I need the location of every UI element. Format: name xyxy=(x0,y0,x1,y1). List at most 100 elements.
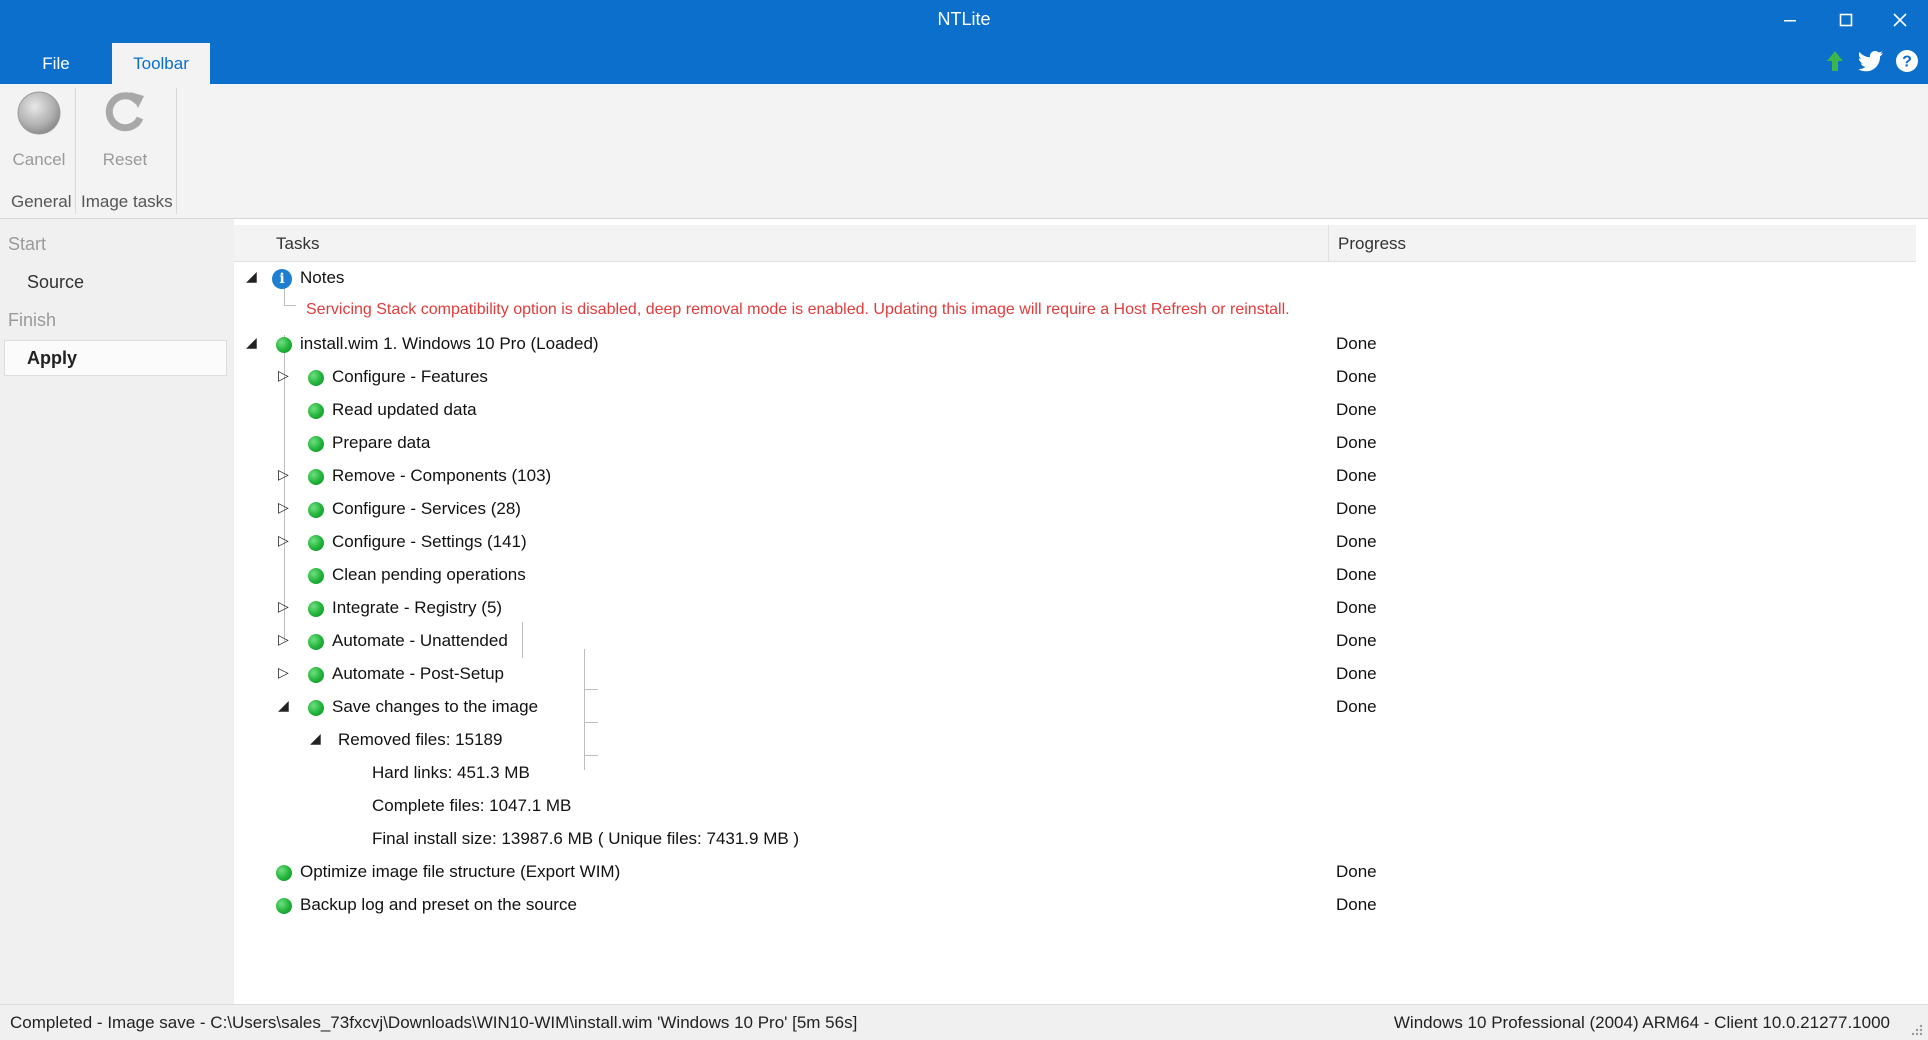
column-header-tasks[interactable]: Tasks xyxy=(276,234,319,254)
top-right-icons: ? xyxy=(1822,48,1920,74)
nav-item-apply[interactable]: Apply xyxy=(4,340,227,376)
tree-row-task[interactable]: ▷ Integrate - Registry (5) Done xyxy=(234,592,1916,625)
done-status-icon xyxy=(308,370,324,386)
maximize-button[interactable] xyxy=(1818,0,1874,40)
tree-row-detail[interactable]: Hard links: 451.3 MB xyxy=(234,757,1916,790)
progress-value: Done xyxy=(1336,466,1377,485)
detail-label: Hard links: 451.3 MB xyxy=(372,763,530,782)
tab-file[interactable]: File xyxy=(20,43,92,84)
tree-row-task[interactable]: Optimize image file structure (Export WI… xyxy=(234,856,1916,889)
help-icon[interactable]: ? xyxy=(1894,48,1920,74)
expand-icon[interactable]: ▷ xyxy=(278,499,289,516)
minimize-button[interactable] xyxy=(1762,0,1818,40)
tree-row-task[interactable]: Clean pending operations Done xyxy=(234,559,1916,592)
status-image-info: Windows 10 Professional (2004) ARM64 - C… xyxy=(1393,1013,1890,1032)
cancel-button[interactable]: Cancel xyxy=(4,90,74,172)
resize-grip-icon[interactable] xyxy=(1910,1023,1924,1037)
nav-item-source[interactable]: Source xyxy=(27,272,84,293)
done-status-icon xyxy=(308,535,324,551)
tree-row-notes[interactable]: ◢ i Notes xyxy=(234,262,1916,295)
removed-files-label: Removed files: 15189 xyxy=(338,730,503,749)
tree-row-task[interactable]: ▷ Configure - Settings (141) Done xyxy=(234,526,1916,559)
update-arrow-icon[interactable] xyxy=(1822,48,1848,74)
nav-header-finish[interactable]: Finish xyxy=(8,310,56,331)
minimize-icon xyxy=(1784,20,1796,22)
expand-icon[interactable]: ▷ xyxy=(278,598,289,615)
done-status-icon xyxy=(276,337,292,353)
tree-row-task[interactable]: ▷ Configure - Features Done xyxy=(234,361,1916,394)
reset-button[interactable]: Reset xyxy=(90,90,160,172)
tab-toolbar[interactable]: Toolbar xyxy=(112,43,210,84)
tree-row-removed-files[interactable]: ◢ Removed files: 15189 xyxy=(234,724,1916,757)
maximize-icon xyxy=(1839,13,1853,27)
tree-row-task[interactable]: ▷ Automate - Unattended Done xyxy=(234,625,1916,658)
progress-value: Done xyxy=(1336,895,1377,914)
progress-value: Done xyxy=(1336,400,1377,419)
task-label: Remove - Components (103) xyxy=(332,466,552,485)
task-label: Configure - Features xyxy=(332,367,488,386)
progress-value: Done xyxy=(1336,664,1377,683)
twitter-icon[interactable] xyxy=(1858,48,1884,74)
title-bar: NTLite xyxy=(0,0,1928,40)
progress-value: Done xyxy=(1336,433,1377,452)
left-navigation: Start Source Finish Apply xyxy=(0,219,235,1004)
tree-row-task[interactable]: ▷ Automate - Post-Setup Done xyxy=(234,658,1916,691)
tree-row-notes-warning[interactable]: Servicing Stack compatibility option is … xyxy=(234,295,1916,328)
task-label: Save changes to the image xyxy=(332,697,539,716)
tree-row-image[interactable]: ◢ install.wim 1. Windows 10 Pro (Loaded)… xyxy=(234,328,1916,361)
done-status-icon xyxy=(308,469,324,485)
close-button[interactable] xyxy=(1872,0,1928,40)
tree-row-detail[interactable]: Complete files: 1047.1 MB xyxy=(234,790,1916,823)
done-status-icon xyxy=(308,502,324,518)
status-text: Completed - Image save - C:\Users\sales_… xyxy=(10,1013,858,1032)
collapse-icon[interactable]: ◢ xyxy=(310,730,321,747)
cancel-label: Cancel xyxy=(12,150,66,169)
progress-value: Done xyxy=(1336,499,1377,518)
done-status-icon xyxy=(308,403,324,419)
tree-row-task[interactable]: ◢ Save changes to the image Done xyxy=(234,691,1916,724)
image-label: install.wim 1. Windows 10 Pro (Loaded) xyxy=(300,334,599,353)
task-label: Automate - Post-Setup xyxy=(332,664,504,683)
expand-icon[interactable]: ▷ xyxy=(278,631,289,648)
tree-row-task[interactable]: ▷ Remove - Components (103) Done xyxy=(234,460,1916,493)
done-status-icon xyxy=(276,865,292,881)
task-label: Automate - Unattended xyxy=(332,631,508,650)
status-bar: Completed - Image save - C:\Users\sales_… xyxy=(0,1004,1928,1040)
collapse-icon[interactable]: ◢ xyxy=(246,334,257,351)
tree-row-task[interactable]: ▷ Configure - Services (28) Done xyxy=(234,493,1916,526)
tree-row-task[interactable]: Read updated data Done xyxy=(234,394,1916,427)
done-status-icon xyxy=(308,700,324,716)
tree-row-task[interactable]: Prepare data Done xyxy=(234,427,1916,460)
window-title: NTLite xyxy=(937,9,991,29)
nav-header-start[interactable]: Start xyxy=(8,234,46,255)
task-label: Read updated data xyxy=(332,400,477,419)
ribbon-tab-bar: File Toolbar ? xyxy=(0,40,1928,84)
progress-value: Done xyxy=(1336,532,1377,551)
column-header-progress[interactable]: Progress xyxy=(1338,234,1406,254)
reset-label: Reset xyxy=(102,150,148,169)
expand-icon[interactable]: ▷ xyxy=(278,367,289,384)
tree-row-task[interactable]: Backup log and preset on the source Done xyxy=(234,889,1916,922)
notes-label: Notes xyxy=(300,268,345,287)
ribbon-group-general: General xyxy=(11,192,72,211)
progress-value: Done xyxy=(1336,565,1377,584)
done-status-icon xyxy=(308,634,324,650)
notes-warning: Servicing Stack compatibility option is … xyxy=(306,301,1290,318)
ribbon-group-image-tasks: Image tasks xyxy=(81,192,173,211)
progress-value: Done xyxy=(1336,367,1377,386)
expand-icon[interactable]: ▷ xyxy=(278,532,289,549)
svg-text:?: ? xyxy=(1902,54,1912,71)
progress-value: Done xyxy=(1336,631,1377,650)
task-label: Prepare data xyxy=(332,433,431,452)
task-label: Configure - Services (28) xyxy=(332,499,521,518)
expand-icon[interactable]: ▷ xyxy=(278,466,289,483)
task-label: Configure - Settings (141) xyxy=(332,532,527,551)
expand-icon[interactable]: ▷ xyxy=(278,664,289,681)
collapse-icon[interactable]: ◢ xyxy=(278,697,289,714)
column-separator[interactable] xyxy=(1328,225,1329,261)
task-tree: Tasks Progress ◢ i Notes Servicing Stack… xyxy=(234,219,1928,1004)
collapse-icon[interactable]: ◢ xyxy=(246,268,257,285)
task-label: Backup log and preset on the source xyxy=(300,895,577,914)
tree-row-detail[interactable]: Final install size: 13987.6 MB ( Unique … xyxy=(234,823,1916,856)
column-header: Tasks Progress xyxy=(234,225,1916,262)
